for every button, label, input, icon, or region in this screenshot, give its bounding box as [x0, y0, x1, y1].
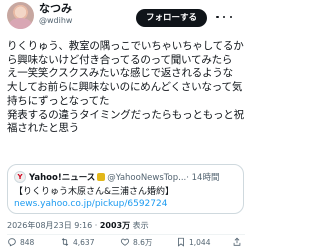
- avatar[interactable]: [7, 2, 34, 29]
- views-label: 表示: [130, 221, 149, 230]
- post-meta: 2026年08月23日 9:16 · 2003万 表示: [7, 220, 149, 231]
- follow-button[interactable]: フォローする: [136, 9, 207, 27]
- bookmark-count: 1,044: [189, 238, 211, 247]
- like-icon: [120, 238, 130, 246]
- author-handle[interactable]: @wdihw: [39, 16, 72, 26]
- bookmark-icon: [178, 237, 184, 247]
- post-datetime[interactable]: 2026年08月23日 9:16 ·: [7, 221, 100, 230]
- like-button[interactable]: 8.6万: [120, 236, 152, 249]
- reply-count: 848: [20, 238, 35, 247]
- post-text: りくりゅう、教室の隅っこでいちゃいちゃしてるか ら興味ないけど付き合ってるのって…: [7, 40, 244, 135]
- repost-icon: [61, 238, 69, 246]
- more-dot: [216, 15, 219, 19]
- share-icon: [233, 237, 241, 246]
- bookmark-button[interactable]: 1,044: [176, 236, 210, 249]
- verified-badge-icon: [97, 173, 106, 181]
- repost-button[interactable]: 4,637: [60, 236, 94, 249]
- repost-count: 4,637: [73, 238, 95, 247]
- views-count: 2003万: [99, 221, 131, 230]
- quote-header: Yahoo!ニュース @YahooNewsTop...· 14時間: [14, 171, 242, 183]
- share-button[interactable]: [232, 236, 245, 249]
- quote-link[interactable]: news.yahoo.co.jp/pickup/6592724: [14, 198, 167, 210]
- author-name[interactable]: なつみ: [39, 2, 72, 15]
- quote-author-handle: @YahooNewsTop...: [107, 173, 187, 183]
- reply-icon: [8, 238, 16, 247]
- like-count: 8.6万: [133, 238, 153, 247]
- more-icon[interactable]: [216, 13, 232, 21]
- divider: [7, 234, 245, 235]
- action-bar: 848 4,637 8.6万 1,044: [0, 236, 250, 249]
- quote-time: · 14時間: [186, 173, 220, 183]
- reply-button[interactable]: 848: [7, 236, 34, 249]
- tweet-header: なつみ @wdihw フォローする: [0, 0, 250, 36]
- quote-card[interactable]: Yahoo!ニュース @YahooNewsTop...· 14時間 【りくりゅう木…: [7, 164, 244, 214]
- quote-headline: 【りくりゅう木原さん&三浦さん婚約】: [14, 187, 175, 197]
- more-dot: [222, 15, 226, 19]
- yahoo-logo-icon: [14, 171, 26, 183]
- quote-author-name: Yahoo!ニュース: [29, 173, 96, 183]
- more-dot: [229, 15, 232, 19]
